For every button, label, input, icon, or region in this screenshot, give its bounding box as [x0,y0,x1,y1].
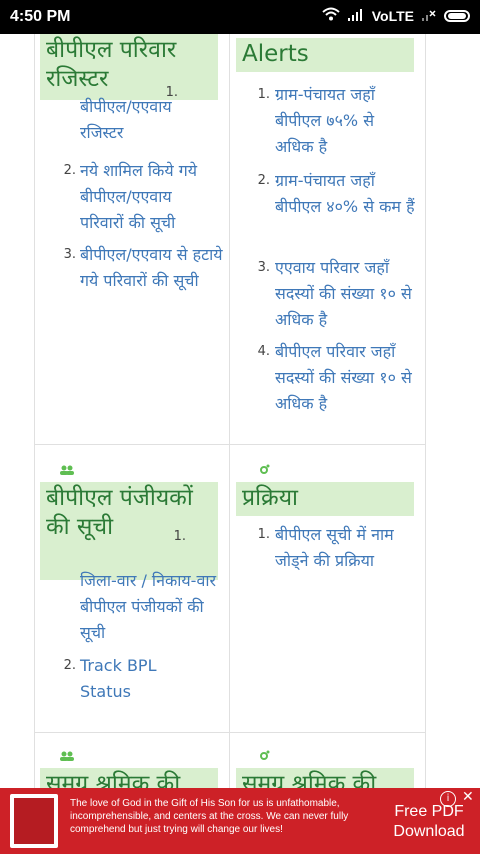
grid-divider [34,444,426,445]
grid-divider [229,34,230,788]
link-alert-aay-members[interactable]: एएवाय परिवार जहाँ सदस्यों की संख्या १० स… [275,255,420,333]
battery-icon [444,9,470,22]
ad-close-icon[interactable]: ✕ [462,789,474,805]
item-number: 2. [63,658,76,673]
link-bpl-aay-register[interactable]: बीपीएल/एएवाय रजिस्टर [80,94,210,146]
item-number: 2. [257,173,270,188]
section-title: समग्र श्रमिक की [236,768,414,788]
network-type: VoLTE [371,7,414,24]
grid-divider [425,34,426,788]
item-number: 2. [63,163,76,178]
status-time: 4:50 PM [10,8,71,25]
section-title: प्रक्रिया [236,482,414,516]
grid-divider [34,34,35,788]
ad-text: The love of God in the Gift of His Son f… [70,798,349,835]
ad-thumbnail [10,794,58,848]
gear-icon [258,750,270,765]
section-title: Alerts [236,38,414,72]
signal-icon [347,8,364,24]
item-number: 3. [63,247,76,262]
ad-info-icon[interactable]: i [440,791,456,807]
link-add-name-process[interactable]: बीपीएल सूची में नाम जोड्ने की प्रक्रिया [275,522,415,574]
users-icon [60,750,74,764]
item-number: 4. [257,344,270,359]
item-number: 1. [257,87,270,102]
section-title: बीपीएल परिवार रजिस्टर [40,34,218,100]
ad-banner[interactable]: The love of God in the Gift of His Son f… [0,788,480,854]
wifi-icon [322,7,340,24]
ad-download-button[interactable]: Free PDF Download [386,802,472,848]
section-title: बीपीएल पंजीयकों की सूची [40,482,218,580]
section-title: समग्र श्रमिक की [40,768,218,788]
link-alert-bpl-below-40[interactable]: ग्राम-पंचायत जहाँ बीपीएल ४०% से कम हैं [275,168,420,220]
gear-icon [258,464,270,479]
status-bar: 4:50 PM VoLTE [0,0,480,34]
grid-divider [34,732,426,733]
link-alert-bpl-above-75[interactable]: ग्राम-पंचायत जहाँ बीपीएल ७५% से अधिक है [275,82,415,160]
link-removed-families[interactable]: बीपीएल/एएवाय से हटाये गये परिवारों की सू… [80,242,225,294]
link-newly-added-families[interactable]: नये शामिल किये गये बीपीएल/एएवाय परिवारों… [80,158,220,236]
users-icon [60,464,74,478]
content-area[interactable]: बीपीएल परिवार रजिस्टर 1. बीपीएल/एएवाय रज… [0,34,480,788]
link-alert-bpl-members[interactable]: बीपीएल परिवार जहाँ सदस्यों की संख्या १० … [275,339,420,417]
item-number: 3. [257,260,270,275]
item-number: 1. [257,527,270,542]
no-signal-icon [422,8,436,24]
link-track-bpl-status[interactable]: Track BPL Status [80,653,160,705]
item-number: 1. [173,529,186,544]
link-district-wise-registrars[interactable]: जिला-वार / निकाय-वार बीपीएल पंजीयकों की … [80,568,225,646]
